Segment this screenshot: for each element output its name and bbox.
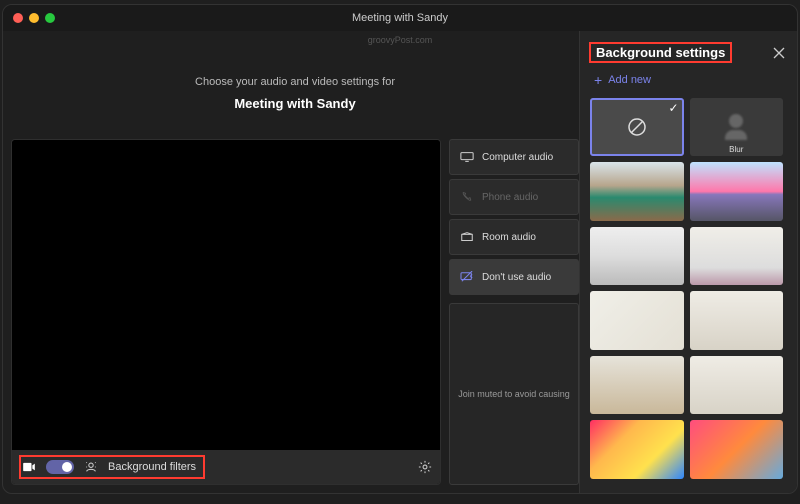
- close-window-button[interactable]: [13, 13, 23, 23]
- close-panel-button[interactable]: [771, 45, 787, 61]
- background-thumb-img3[interactable]: [590, 227, 684, 285]
- phone-icon: [461, 191, 473, 203]
- camera-toggle[interactable]: [46, 460, 74, 474]
- background-filters-icon: [84, 460, 98, 474]
- device-settings-button[interactable]: [418, 460, 432, 474]
- no-audio-icon: [460, 271, 474, 283]
- background-thumb-img7[interactable]: [590, 356, 684, 414]
- prejoin-area: Choose your audio and video settings for…: [3, 31, 579, 493]
- video-preview: Background filters: [11, 139, 441, 485]
- background-grid: ✓ Blur: [590, 98, 787, 479]
- background-thumb-img4[interactable]: [690, 227, 784, 285]
- background-thumb-img6[interactable]: [690, 356, 784, 414]
- main-area: Choose your audio and video settings for…: [3, 31, 797, 493]
- preview-toolbar: Background filters: [12, 450, 440, 484]
- check-icon: ✓: [668, 101, 678, 115]
- background-thumb-none[interactable]: ✓: [590, 98, 684, 156]
- room-audio-option[interactable]: Room audio: [449, 219, 579, 255]
- titlebar: Meeting with Sandy: [3, 5, 797, 31]
- audio-options: Computer audio Phone audio Room audio Do…: [449, 139, 579, 485]
- panel-header: Background settings: [590, 43, 787, 62]
- background-thumb-blur[interactable]: Blur: [690, 98, 784, 156]
- panel-title: Background settings: [590, 43, 731, 62]
- background-thumb-img6[interactable]: [690, 291, 784, 349]
- phone-audio-option: Phone audio: [449, 179, 579, 215]
- add-new-label: Add new: [608, 74, 651, 86]
- background-thumb-img2[interactable]: [690, 162, 784, 220]
- zoom-window-button[interactable]: [45, 13, 55, 23]
- background-filters-button[interactable]: Background filters: [108, 461, 196, 473]
- camera-icon: [22, 462, 36, 472]
- video-feed: [12, 140, 440, 450]
- blur-label: Blur: [729, 145, 743, 154]
- room-icon: [460, 231, 474, 243]
- add-new-background-button[interactable]: + Add new: [590, 72, 787, 88]
- app-window: Meeting with Sandy groovyPost.com Choose…: [2, 4, 798, 494]
- none-icon: [626, 116, 648, 138]
- background-filters-group: Background filters: [20, 456, 204, 478]
- background-thumb-img1[interactable]: [590, 162, 684, 220]
- computer-audio-label: Computer audio: [482, 152, 553, 163]
- background-thumb-img9[interactable]: [690, 420, 784, 478]
- meeting-title: Meeting with Sandy: [11, 96, 579, 111]
- content-row: Background filters Computer audio Phone …: [11, 139, 579, 485]
- prompt-text: Choose your audio and video settings for: [11, 76, 579, 88]
- no-audio-label: Don't use audio: [482, 272, 551, 283]
- watermark: groovyPost.com: [368, 35, 433, 45]
- computer-audio-option[interactable]: Computer audio: [449, 139, 579, 175]
- plus-icon: +: [594, 72, 602, 88]
- join-muted-note: Join muted to avoid causing: [449, 303, 579, 485]
- background-thumb-img8[interactable]: [590, 420, 684, 478]
- traffic-lights: [13, 13, 55, 23]
- monitor-icon: [460, 151, 474, 163]
- phone-audio-label: Phone audio: [482, 192, 538, 203]
- no-audio-option[interactable]: Don't use audio: [449, 259, 579, 295]
- background-thumb-img5[interactable]: [590, 291, 684, 349]
- background-settings-panel: Background settings + Add new ✓ Blur: [579, 31, 797, 493]
- window-title: Meeting with Sandy: [3, 12, 797, 24]
- minimize-window-button[interactable]: [29, 13, 39, 23]
- room-audio-label: Room audio: [482, 232, 536, 243]
